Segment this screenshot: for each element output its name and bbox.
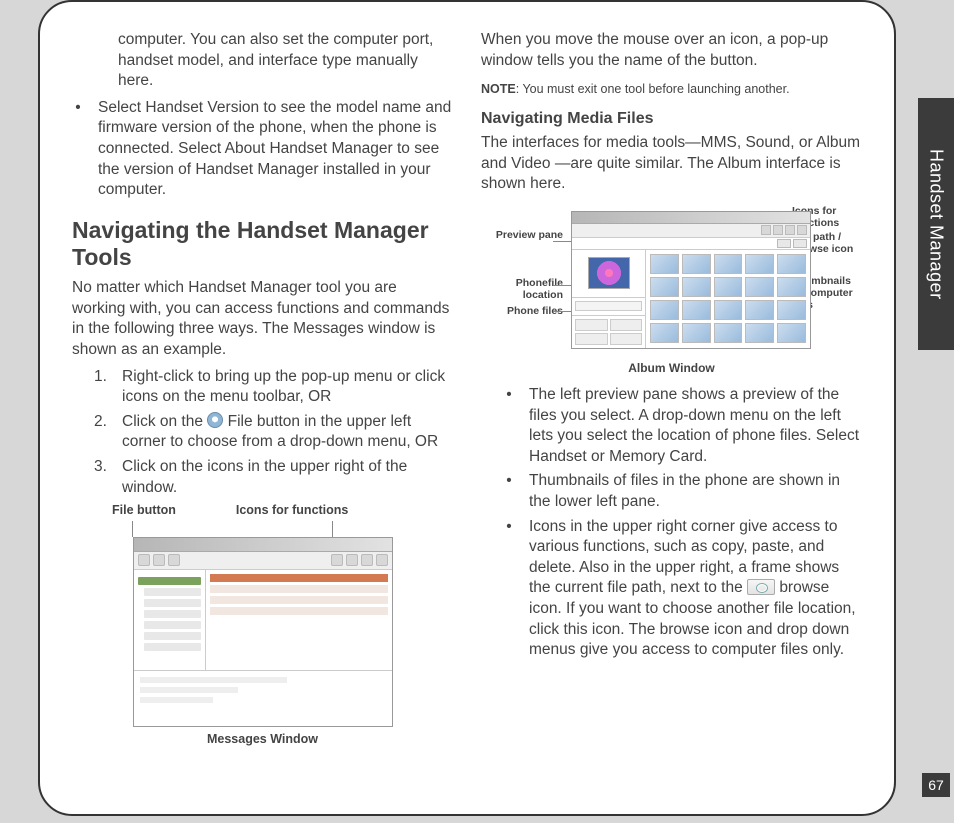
step-text: Click on the icons in the upper right of… xyxy=(122,457,453,498)
step-text: Click on the File button in the upper le… xyxy=(122,412,453,453)
step-1: 1. Right-click to bring up the pop-up me… xyxy=(94,367,453,408)
media-bullet-3: • Icons in the upper right corner give a… xyxy=(503,517,862,661)
bullet-text: The left preview pane shows a preview of… xyxy=(529,385,862,467)
media-files-intro: The interfaces for media tools—MMS, Soun… xyxy=(481,133,862,195)
bullet-dot: • xyxy=(72,98,84,201)
album-window-mock xyxy=(571,211,811,349)
fig2-label-location: Phonefile location xyxy=(481,277,563,301)
hover-tip-para: When you move the mouse over an icon, a … xyxy=(481,30,862,71)
fig1-leader-lines xyxy=(72,521,453,537)
bullet-text: Select Handset Version to see the model … xyxy=(98,98,453,201)
file-button-icon xyxy=(207,412,223,428)
step-text: Right-click to bring up the pop-up menu … xyxy=(122,367,453,408)
media-bullet-2: • Thumbnails of files in the phone are s… xyxy=(503,471,862,512)
browse-icon xyxy=(747,579,775,595)
step-3: 3. Click on the icons in the upper right… xyxy=(94,457,453,498)
heading-media-files: Navigating Media Files xyxy=(481,108,862,129)
fig2-caption: Album Window xyxy=(481,361,862,377)
fig1-label-file-button: File button xyxy=(112,502,176,519)
bullet-dot: • xyxy=(503,385,515,467)
fig2-label-phonefiles: Phone files xyxy=(481,305,563,317)
figure-album-window: Preview pane Phonefile location Phone fi… xyxy=(481,205,862,377)
bullet-text: Thumbnails of files in the phone are sho… xyxy=(529,471,862,512)
figure-messages-window: File button Icons for functions xyxy=(72,502,453,747)
page-frame: computer. You can also set the computer … xyxy=(38,0,896,816)
fig1-label-icons: Icons for functions xyxy=(236,502,349,519)
fig2-label-preview: Preview pane xyxy=(481,229,563,241)
bullet-dot: • xyxy=(503,517,515,661)
heading-navigating-tools: Navigating the Handset Manager Tools xyxy=(72,217,453,272)
nav-tools-intro: No matter which Handset Manager tool you… xyxy=(72,278,453,360)
bullet-dot: • xyxy=(503,471,515,512)
note-text: : You must exit one tool before launchin… xyxy=(516,82,790,96)
bullet-text: Icons in the upper right corner give acc… xyxy=(529,517,862,661)
side-tab: Handset Manager xyxy=(918,98,954,350)
step-number: 2. xyxy=(94,412,112,453)
media-bullet-1: • The left preview pane shows a preview … xyxy=(503,385,862,467)
bullet-handset-version: • Select Handset Version to see the mode… xyxy=(72,98,453,201)
step-number: 3. xyxy=(94,457,112,498)
right-column: When you move the mouse over an icon, a … xyxy=(481,30,862,794)
left-column: computer. You can also set the computer … xyxy=(72,30,453,794)
fig1-caption: Messages Window xyxy=(72,731,453,748)
page-number: 67 xyxy=(922,773,950,797)
note-line: NOTE: You must exit one tool before laun… xyxy=(481,81,862,98)
intro-continuation: computer. You can also set the computer … xyxy=(118,30,453,92)
note-label: NOTE xyxy=(481,82,516,96)
messages-window-mock xyxy=(133,537,393,727)
step-number: 1. xyxy=(94,367,112,408)
step-2: 2. Click on the File button in the upper… xyxy=(94,412,453,453)
